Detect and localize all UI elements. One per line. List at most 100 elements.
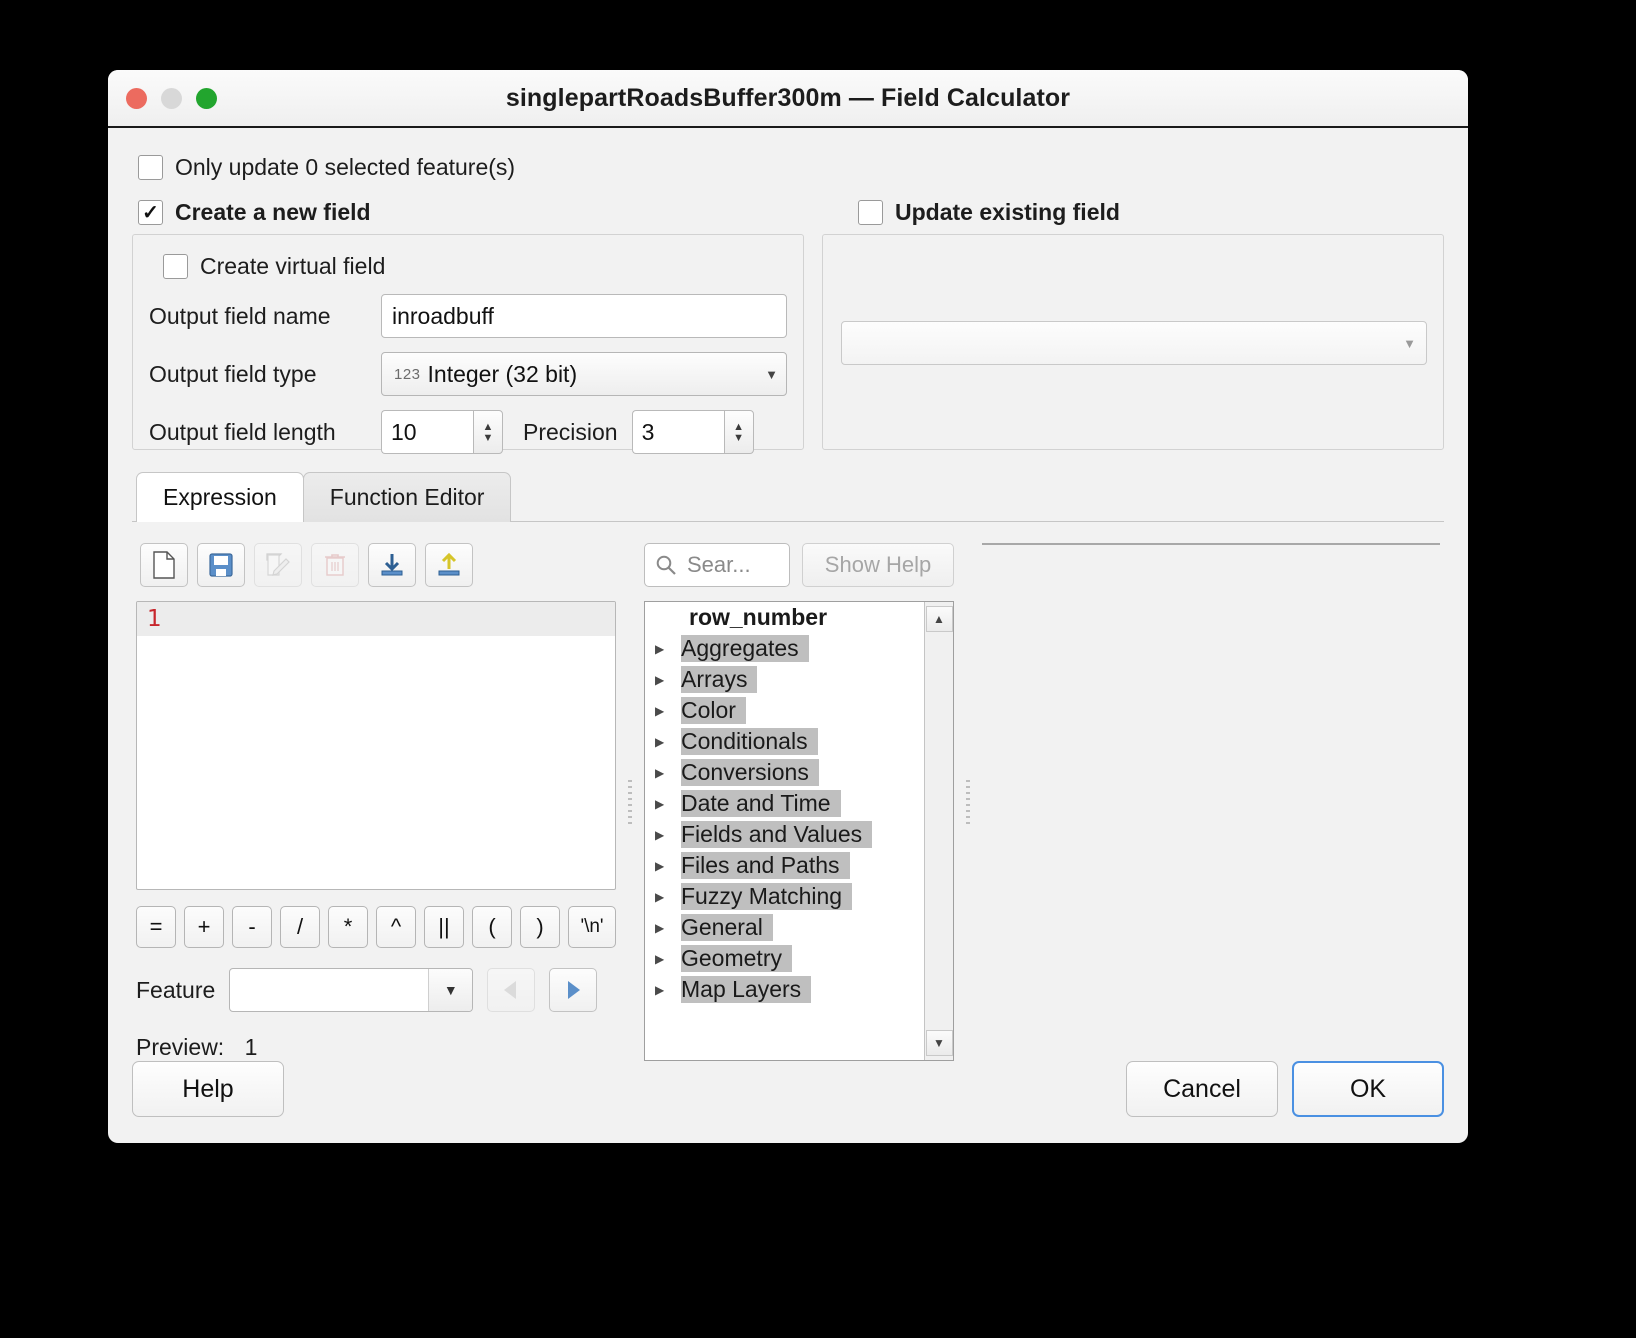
- feature-select[interactable]: ▼: [229, 968, 474, 1012]
- ok-button[interactable]: OK: [1292, 1061, 1444, 1117]
- create-new-field-row[interactable]: Create a new field: [138, 199, 804, 226]
- search-icon: [656, 555, 676, 575]
- scroll-up-icon[interactable]: ▲: [925, 606, 953, 632]
- precision-spin-buttons[interactable]: ▲ ▼: [723, 410, 754, 454]
- chevron-right-icon[interactable]: ▶: [655, 890, 681, 904]
- spin-down-icon[interactable]: ▼: [733, 432, 744, 443]
- spin-up-icon[interactable]: ▲: [733, 421, 744, 432]
- operator-newline-button[interactable]: '\n': [568, 906, 616, 948]
- chevron-right-icon[interactable]: ▶: [655, 797, 681, 811]
- delete-expression-icon: [311, 543, 359, 587]
- create-new-field-column: Create a new field Create virtual field …: [132, 199, 804, 454]
- tree-item-general[interactable]: ▶ General: [645, 912, 924, 943]
- tree-item-geometry[interactable]: ▶ Geometry: [645, 943, 924, 974]
- save-expression-icon[interactable]: [197, 543, 245, 587]
- operator-concat-button[interactable]: ||: [424, 906, 464, 948]
- tree-item-label: General: [681, 914, 773, 941]
- chevron-right-icon[interactable]: ▶: [655, 735, 681, 749]
- new-expression-icon[interactable]: [140, 543, 188, 587]
- chevron-right-icon[interactable]: ▶: [655, 642, 681, 656]
- feature-selector-row: Feature ▼: [136, 968, 616, 1012]
- tree-item-fuzzy-matching[interactable]: ▶ Fuzzy Matching: [645, 881, 924, 912]
- only-update-selected-row[interactable]: Only update 0 selected feature(s): [138, 154, 1444, 181]
- preview-row: Preview: 1: [136, 1034, 616, 1061]
- tree-item-conditionals[interactable]: ▶ Conditionals: [645, 726, 924, 757]
- function-tree-items: row_number ▶ Aggregates ▶ Arrays ▶ Color ▶ C…: [645, 602, 924, 1060]
- tree-item-map-layers[interactable]: ▶ Map Layers: [645, 974, 924, 1005]
- output-field-type-select[interactable]: 123 Integer (32 bit) ▼: [381, 352, 787, 396]
- spin-up-icon[interactable]: ▲: [483, 421, 494, 432]
- function-tree-scrollbar[interactable]: ▲ ▼: [924, 602, 953, 1060]
- tab-expression[interactable]: Expression: [136, 472, 304, 522]
- operator-multiply-button[interactable]: *: [328, 906, 368, 948]
- chevron-right-icon[interactable]: ▶: [655, 983, 681, 997]
- existing-field-select[interactable]: ▼: [841, 321, 1427, 365]
- tree-item-label: Geometry: [681, 945, 792, 972]
- output-field-length-input[interactable]: [381, 410, 473, 454]
- tree-item-label: Color: [681, 697, 746, 724]
- tree-item-label: Fuzzy Matching: [681, 883, 853, 910]
- preview-value: 1: [244, 1034, 258, 1060]
- chevron-right-icon[interactable]: ▶: [655, 828, 681, 842]
- chevron-right-icon[interactable]: ▶: [655, 766, 681, 780]
- update-existing-field-row[interactable]: Update existing field: [858, 199, 1444, 226]
- tab-function-editor[interactable]: Function Editor: [302, 472, 512, 522]
- import-expression-icon[interactable]: [368, 543, 416, 587]
- precision-stepper[interactable]: ▲ ▼: [631, 410, 754, 454]
- update-existing-field-label: Update existing field: [895, 199, 1120, 225]
- tree-item-label: Aggregates: [681, 635, 809, 662]
- cancel-button[interactable]: Cancel: [1126, 1061, 1278, 1117]
- function-search-input[interactable]: Sear...: [644, 543, 790, 587]
- panel-splitter[interactable]: [616, 543, 644, 1061]
- create-new-field-group: Create virtual field Output field name O…: [132, 234, 804, 454]
- create-new-field-checkbox[interactable]: [138, 200, 163, 225]
- create-new-field-label: Create a new field: [175, 199, 371, 225]
- chevron-right-icon[interactable]: ▶: [655, 859, 681, 873]
- help-button[interactable]: Help: [132, 1061, 284, 1117]
- operator-minus-button[interactable]: -: [232, 906, 272, 948]
- create-virtual-field-checkbox[interactable]: [163, 254, 188, 279]
- show-help-button[interactable]: Show Help: [802, 543, 954, 587]
- export-expression-icon[interactable]: [425, 543, 473, 587]
- tree-item-aggregates[interactable]: ▶ Aggregates: [645, 633, 924, 664]
- splitter-grip-icon: [966, 780, 970, 824]
- tree-item-date-and-time[interactable]: ▶ Date and Time: [645, 788, 924, 819]
- operator-power-button[interactable]: ^: [376, 906, 416, 948]
- chevron-right-icon[interactable]: ▶: [655, 921, 681, 935]
- operator-divide-button[interactable]: /: [280, 906, 320, 948]
- tree-item-row-number[interactable]: row_number: [645, 602, 924, 633]
- spin-down-icon[interactable]: ▼: [483, 432, 494, 443]
- tree-item-color[interactable]: ▶ Color: [645, 695, 924, 726]
- update-existing-field-checkbox[interactable]: [858, 200, 883, 225]
- tree-item-conversions[interactable]: ▶ Conversions: [645, 757, 924, 788]
- output-field-length-row: Output field length ▲ ▼ Precision: [149, 410, 787, 454]
- precision-input[interactable]: [631, 410, 724, 454]
- operator-open-paren-button[interactable]: (: [472, 906, 512, 948]
- output-field-length-spin-buttons[interactable]: ▲ ▼: [473, 410, 503, 454]
- expression-panel: 1 = + - / * ^ || ( ) '\n' Feature ▼ Prev…: [132, 523, 1444, 1061]
- tree-item-arrays[interactable]: ▶ Arrays: [645, 664, 924, 695]
- operator-plus-button[interactable]: +: [184, 906, 224, 948]
- tree-item-files-and-paths[interactable]: ▶ Files and Paths: [645, 850, 924, 881]
- operator-close-paren-button[interactable]: ): [520, 906, 560, 948]
- chevron-right-icon[interactable]: ▶: [655, 673, 681, 687]
- tree-item-label: Fields and Values: [681, 821, 873, 848]
- create-virtual-field-row[interactable]: Create virtual field: [163, 253, 787, 280]
- chevron-right-icon[interactable]: ▶: [655, 704, 681, 718]
- operator-equals-button[interactable]: =: [136, 906, 176, 948]
- output-field-type-label: Output field type: [149, 360, 317, 387]
- tab-bar: Expression Function Editor: [136, 472, 1444, 522]
- output-field-length-label: Output field length: [149, 418, 336, 445]
- tree-item-fields-and-values[interactable]: ▶ Fields and Values: [645, 819, 924, 850]
- function-browser-pane: Sear... Show Help row_number ▶ Aggregates…: [644, 543, 954, 1061]
- help-splitter[interactable]: [954, 543, 982, 1061]
- function-tree[interactable]: row_number ▶ Aggregates ▶ Arrays ▶ Color ▶ C…: [644, 601, 954, 1061]
- only-update-selected-checkbox[interactable]: [138, 155, 163, 180]
- chevron-right-icon[interactable]: ▶: [655, 952, 681, 966]
- expression-text-editor[interactable]: 1: [136, 601, 616, 890]
- output-field-length-stepper[interactable]: ▲ ▼: [381, 410, 503, 454]
- next-feature-button[interactable]: [549, 968, 598, 1012]
- chevron-down-icon[interactable]: ▼: [428, 969, 473, 1011]
- output-field-name-input[interactable]: [381, 294, 787, 338]
- scroll-down-icon[interactable]: ▼: [925, 1030, 953, 1056]
